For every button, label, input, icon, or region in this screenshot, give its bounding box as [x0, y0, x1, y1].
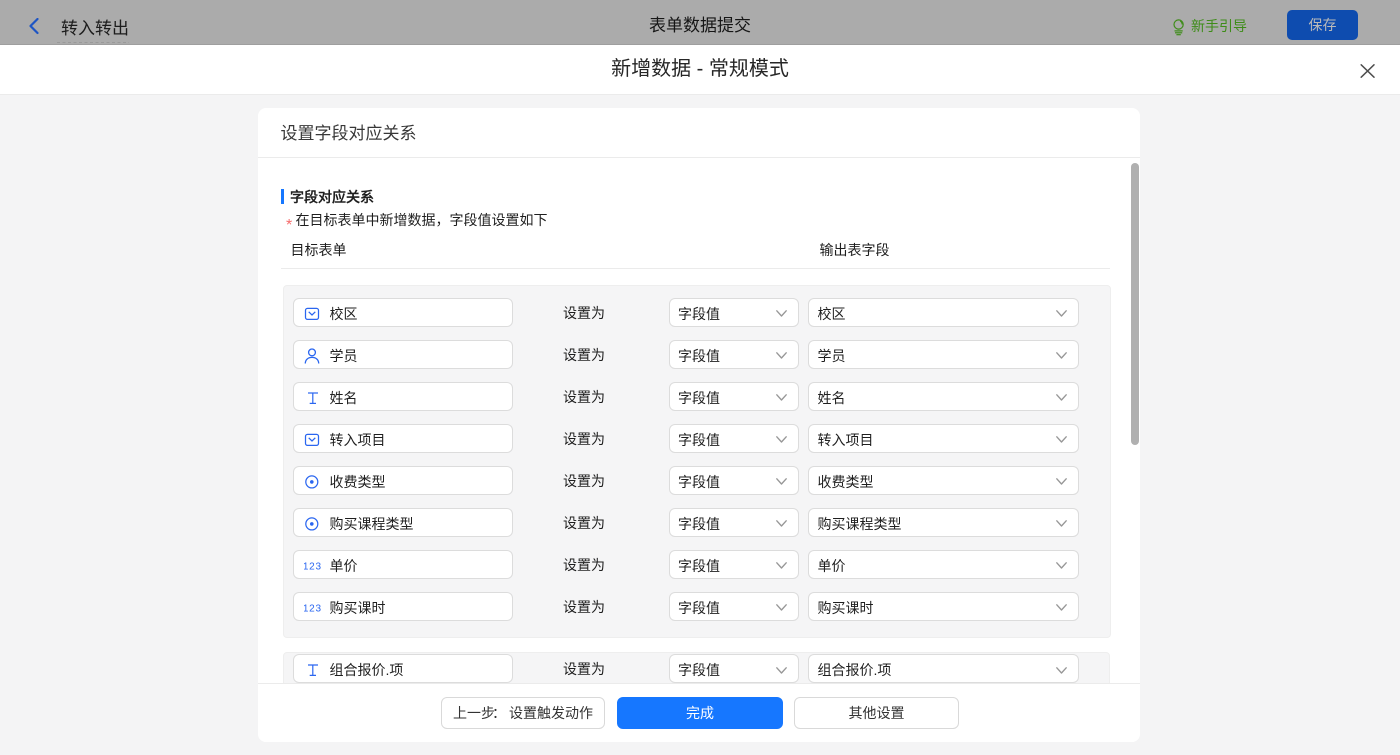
svg-text:123: 123 [304, 561, 322, 572]
svg-text:123: 123 [304, 603, 322, 614]
